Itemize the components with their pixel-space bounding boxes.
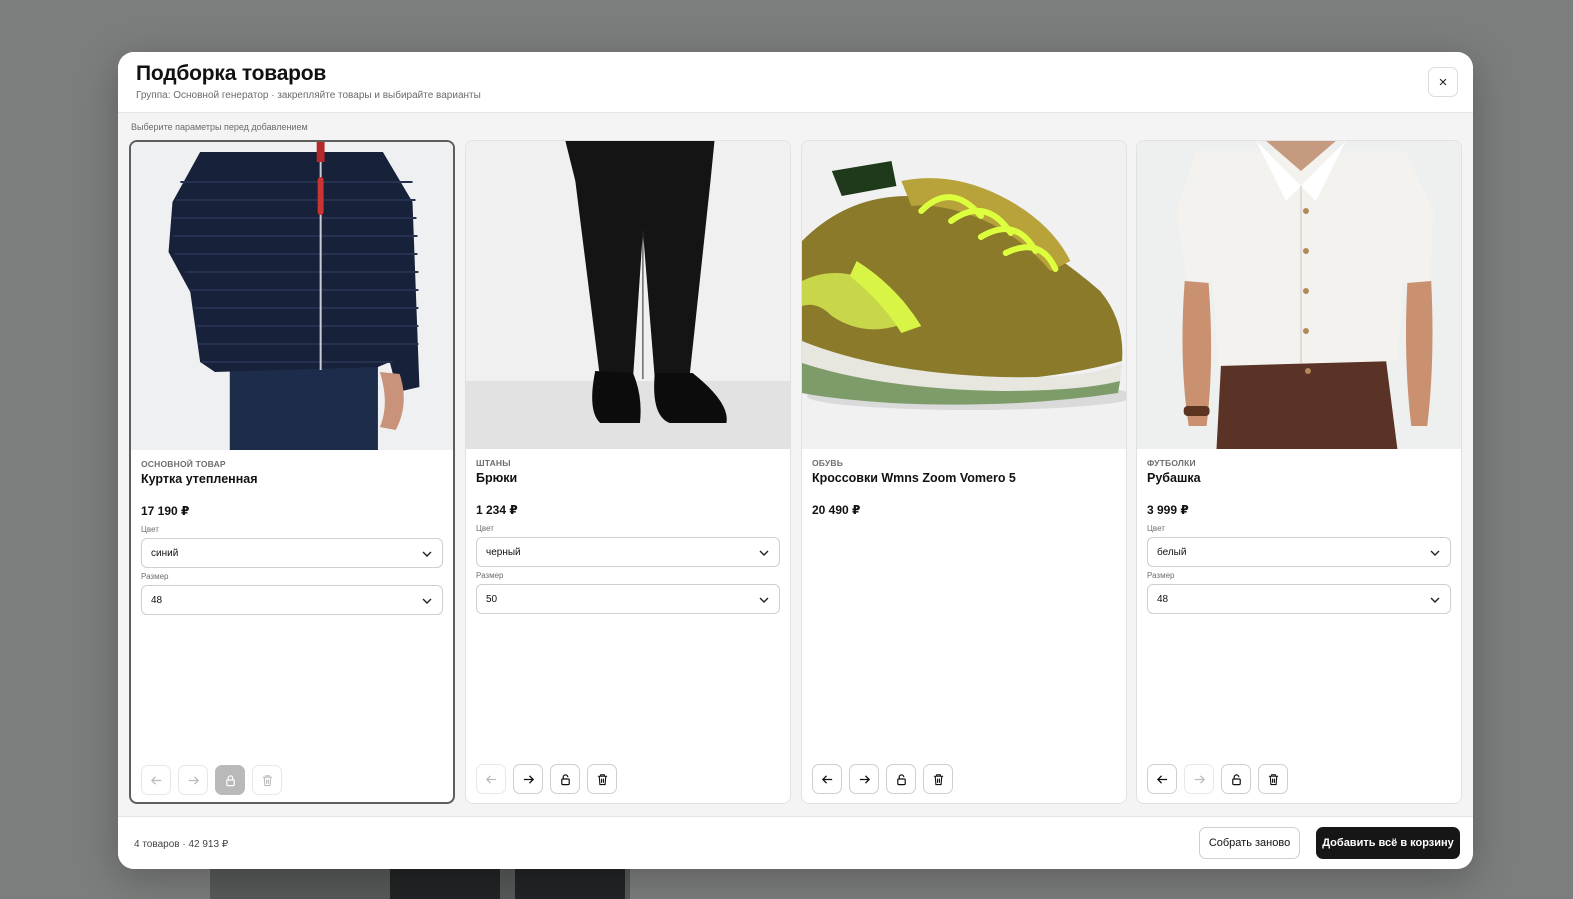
previous-variant-button[interactable]: [1147, 764, 1177, 794]
arrow-right-icon: [1194, 774, 1205, 784]
product-price: 1 234 ₽: [476, 503, 518, 517]
modal-subtitle: Группа: Основной генератор · закрепляйте…: [136, 90, 481, 101]
card-actions: [1147, 764, 1288, 794]
chevron-down-icon: [759, 597, 769, 603]
product-category: Штаны: [476, 458, 511, 468]
size-select[interactable]: 48: [1147, 584, 1451, 614]
lock-icon: [225, 774, 235, 786]
product-selection-modal: Подборка товаров Группа: Основной генера…: [118, 52, 1473, 869]
lock-button[interactable]: [550, 764, 580, 794]
chevron-down-icon: [422, 551, 432, 557]
lock-icon: [896, 773, 906, 785]
product-card-jacket[interactable]: Основной товар Куртка утепленная 17 190 …: [129, 140, 455, 804]
chevron-down-icon: [422, 598, 432, 604]
remove-button[interactable]: [587, 764, 617, 794]
color-label: Цвет: [141, 525, 159, 534]
product-card-trousers[interactable]: Штаны Брюки 1 234 ₽ Цвет черный Размер 5…: [465, 140, 791, 804]
card-actions: [476, 764, 617, 794]
size-label: Размер: [1147, 571, 1175, 580]
lock-button[interactable]: [215, 765, 245, 795]
arrow-right-icon: [188, 775, 199, 785]
next-variant-button[interactable]: [178, 765, 208, 795]
color-select[interactable]: белый: [1147, 537, 1451, 567]
trash-icon: [262, 774, 272, 786]
chevron-down-icon: [1430, 550, 1440, 556]
product-category: Футболки: [1147, 458, 1196, 468]
product-price: 17 190 ₽: [141, 504, 190, 518]
product-card-shirt[interactable]: Футболки Рубашка 3 999 ₽ Цвет белый Разм…: [1136, 140, 1462, 804]
remove-button[interactable]: [1258, 764, 1288, 794]
color-value: синий: [151, 547, 179, 559]
background-product-image: [515, 868, 625, 899]
background-page: [210, 868, 630, 899]
product-category: Обувь: [812, 458, 844, 468]
product-price: 3 999 ₽: [1147, 503, 1189, 517]
trash-icon: [597, 773, 607, 785]
size-value: 48: [151, 594, 163, 606]
size-select[interactable]: 48: [141, 585, 443, 615]
selection-hint: Выберите параметры перед добавлением: [131, 122, 308, 132]
color-label: Цвет: [476, 524, 494, 533]
size-value: 50: [486, 593, 498, 605]
arrow-right-icon: [523, 774, 534, 784]
size-label: Размер: [476, 571, 504, 580]
arrow-left-icon: [821, 774, 832, 784]
card-actions: [812, 764, 953, 794]
product-image[interactable]: [1137, 141, 1461, 449]
size-label: Размер: [141, 572, 169, 581]
arrow-right-icon: [859, 774, 870, 784]
add-all-to-cart-button[interactable]: Добавить всё в корзину: [1316, 827, 1460, 859]
color-value: черный: [486, 546, 521, 558]
size-select[interactable]: 50: [476, 584, 780, 614]
chevron-down-icon: [759, 550, 769, 556]
arrow-left-icon: [485, 774, 496, 784]
background-product-image: [390, 868, 500, 899]
lock-button[interactable]: [1221, 764, 1251, 794]
regenerate-button[interactable]: Собрать заново: [1199, 827, 1300, 859]
close-icon: ×: [1438, 73, 1448, 91]
close-button[interactable]: ×: [1428, 67, 1458, 97]
next-variant-button[interactable]: [1184, 764, 1214, 794]
product-name: Рубашка: [1147, 471, 1201, 485]
modal-header: Подборка товаров Группа: Основной генера…: [118, 52, 1473, 113]
product-category: Основной товар: [141, 459, 226, 469]
color-value: белый: [1157, 546, 1187, 558]
lock-button[interactable]: [886, 764, 916, 794]
product-name: Брюки: [476, 471, 518, 485]
lock-icon: [1231, 773, 1241, 785]
remove-button[interactable]: [252, 765, 282, 795]
product-name: Кроссовки Wmns Zoom Vomero 5: [812, 471, 1016, 485]
trash-icon: [1268, 773, 1278, 785]
product-price: 20 490 ₽: [812, 503, 861, 517]
product-card-sneakers[interactable]: Обувь Кроссовки Wmns Zoom Vomero 5 20 49…: [801, 140, 1127, 804]
trash-icon: [933, 773, 943, 785]
size-value: 48: [1157, 593, 1169, 605]
cart-summary: 4 товаров · 42 913 ₽: [134, 839, 229, 850]
color-select[interactable]: черный: [476, 537, 780, 567]
previous-variant-button[interactable]: [812, 764, 842, 794]
previous-variant-button[interactable]: [476, 764, 506, 794]
color-label: Цвет: [1147, 524, 1165, 533]
card-actions: [141, 765, 282, 795]
product-image[interactable]: [466, 141, 790, 449]
color-select[interactable]: синий: [141, 538, 443, 568]
chevron-down-icon: [1430, 597, 1440, 603]
next-variant-button[interactable]: [513, 764, 543, 794]
product-image[interactable]: [131, 142, 453, 450]
arrow-left-icon: [1156, 774, 1167, 784]
modal-footer: 4 товаров · 42 913 ₽ Собрать заново Доба…: [118, 816, 1473, 869]
product-name: Куртка утепленная: [141, 472, 258, 486]
modal-title: Подборка товаров: [136, 62, 327, 85]
arrow-left-icon: [150, 775, 161, 785]
next-variant-button[interactable]: [849, 764, 879, 794]
previous-variant-button[interactable]: [141, 765, 171, 795]
lock-icon: [560, 773, 570, 785]
product-image[interactable]: [802, 141, 1126, 449]
remove-button[interactable]: [923, 764, 953, 794]
